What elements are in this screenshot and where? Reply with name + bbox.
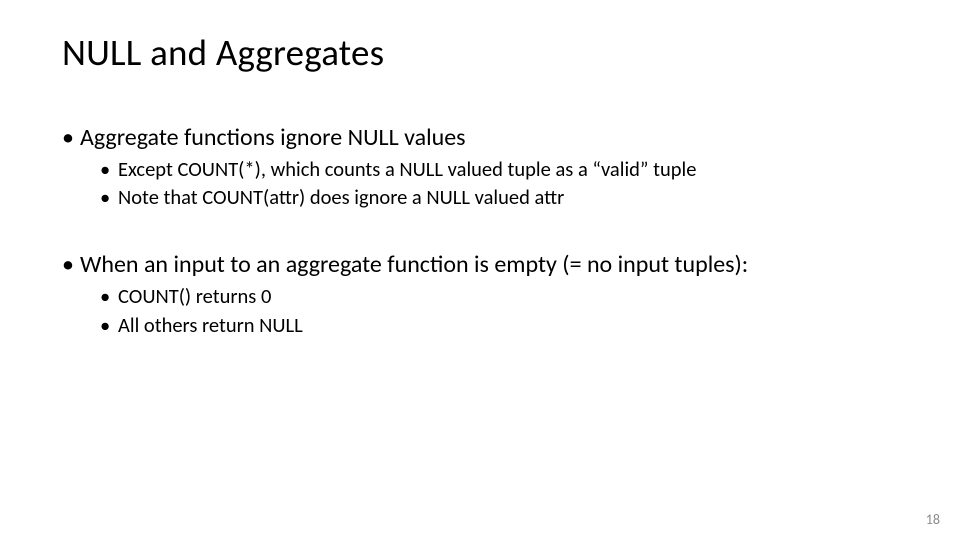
bullet-item: Aggregate functions ignore NULL values E… xyxy=(62,123,898,210)
sub-bullet-item: Except COUNT(*), which counts a NULL val… xyxy=(100,156,898,182)
bullet-item: When an input to an aggregate function i… xyxy=(62,250,898,337)
bullet-text: Aggregate functions ignore NULL values xyxy=(80,123,466,152)
bullet-list: When an input to an aggregate function i… xyxy=(62,250,898,337)
sub-bullet-text: COUNT() returns 0 xyxy=(118,283,271,309)
page-number: 18 xyxy=(926,511,940,528)
sub-bullet-list: COUNT() returns 0 All others return NULL xyxy=(100,283,898,337)
sub-bullet-item: All others return NULL xyxy=(100,312,898,338)
sub-bullet-item: COUNT() returns 0 xyxy=(100,283,898,309)
sub-bullet-text: All others return NULL xyxy=(118,312,303,338)
sub-bullet-item: Note that COUNT(attr) does ignore a NULL… xyxy=(100,184,898,210)
sub-bullet-list: Except COUNT(*), which counts a NULL val… xyxy=(100,156,898,210)
bullet-list: Aggregate functions ignore NULL values E… xyxy=(62,123,898,210)
sub-bullet-text: Note that COUNT(attr) does ignore a NULL… xyxy=(118,184,564,210)
slide-title: NULL and Aggregates xyxy=(62,30,898,75)
sub-bullet-text: Except COUNT(*), which counts a NULL val… xyxy=(118,156,696,182)
spacer xyxy=(62,214,898,250)
slide: NULL and Aggregates Aggregate functions … xyxy=(0,0,960,540)
bullet-text: When an input to an aggregate function i… xyxy=(80,250,748,279)
